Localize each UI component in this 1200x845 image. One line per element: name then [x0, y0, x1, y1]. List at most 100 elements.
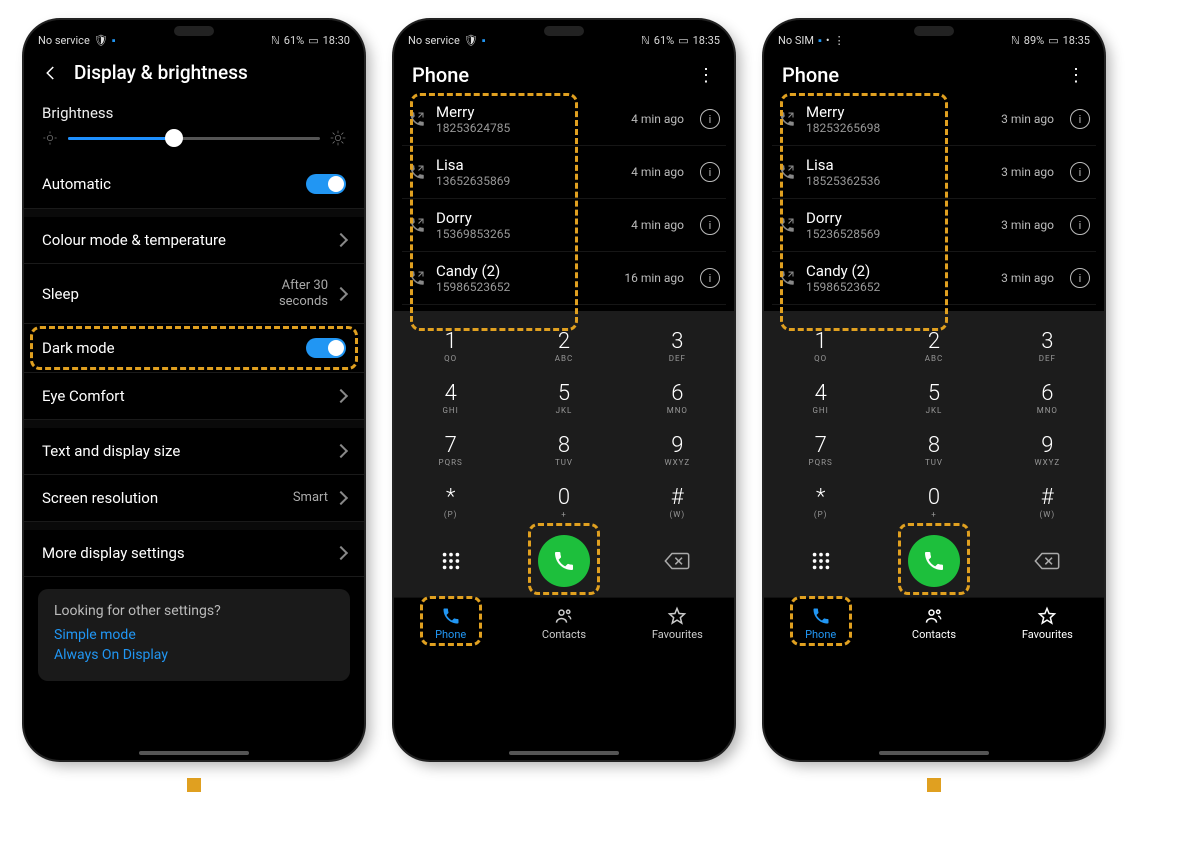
legend-marker	[927, 778, 941, 792]
automatic-toggle[interactable]	[306, 174, 346, 194]
keypad-key-4[interactable]: 4 GHI	[394, 371, 507, 423]
info-icon[interactable]: i	[1070, 109, 1090, 129]
call-row[interactable]: Merry 18253265698 3 min ago i	[772, 93, 1096, 146]
nav-favourites[interactable]: Favourites	[991, 598, 1104, 653]
home-indicator[interactable]	[139, 751, 249, 755]
keypad-key-6[interactable]: 6 MNO	[621, 371, 734, 423]
more-menu-icon[interactable]: ⋮	[697, 65, 716, 86]
bottom-nav: Phone Contacts Favourites	[394, 597, 734, 653]
key-sub: DEF	[621, 354, 734, 363]
key-digit: 9	[991, 433, 1104, 458]
carrier-text: No SIM	[778, 34, 814, 47]
keypad-key-2[interactable]: 2 ABC	[507, 319, 620, 371]
call-time: 4 min ago	[622, 218, 684, 232]
colour-mode-row[interactable]: Colour mode & temperature	[24, 217, 364, 264]
nav-phone-label: Phone	[805, 628, 836, 641]
dialpad-icon[interactable]	[810, 550, 832, 572]
keypad-key-#[interactable]: # (W)	[991, 475, 1104, 527]
brightness-slider[interactable]	[68, 137, 320, 140]
dark-mode-row[interactable]: Dark mode	[24, 324, 364, 373]
call-button[interactable]	[538, 535, 590, 587]
keypad-key-1[interactable]: 1 QO	[764, 319, 877, 371]
resolution-row[interactable]: Screen resolution Smart	[24, 475, 364, 522]
key-sub: GHI	[394, 406, 507, 415]
call-row[interactable]: Lisa 18525362536 3 min ago i	[772, 146, 1096, 199]
keypad-key-1[interactable]: 1 QO	[394, 319, 507, 371]
call-row[interactable]: Candy (2) 15986523652 16 min ago i	[402, 252, 726, 305]
key-sub: (P)	[764, 510, 877, 519]
call-name: Candy (2)	[806, 262, 982, 280]
keypad-key-5[interactable]: 5 JKL	[877, 371, 990, 423]
notch	[544, 26, 584, 36]
nav-contacts[interactable]: Contacts	[507, 598, 620, 653]
call-name: Lisa	[806, 156, 982, 174]
keypad-key-6[interactable]: 6 MNO	[991, 371, 1104, 423]
key-digit: 4	[394, 381, 507, 406]
keypad-key-9[interactable]: 9 WXYZ	[991, 423, 1104, 475]
info-icon[interactable]: i	[1070, 162, 1090, 182]
nav-phone[interactable]: Phone	[394, 598, 507, 653]
other-settings-card: Looking for other settings? Simple mode …	[38, 589, 350, 681]
keypad-key-9[interactable]: 9 WXYZ	[621, 423, 734, 475]
keypad-key-3[interactable]: 3 DEF	[621, 319, 734, 371]
backspace-icon[interactable]	[1033, 551, 1061, 571]
info-icon[interactable]: i	[700, 109, 720, 129]
info-icon[interactable]: i	[700, 268, 720, 288]
info-icon[interactable]: i	[700, 215, 720, 235]
app-title: Phone	[412, 63, 469, 87]
call-number: 18253265698	[806, 121, 982, 135]
text-size-row[interactable]: Text and display size	[24, 428, 364, 475]
key-digit: 4	[764, 381, 877, 406]
automatic-row[interactable]: Automatic	[24, 160, 364, 209]
nav-contacts[interactable]: Contacts	[877, 598, 990, 653]
call-row[interactable]: Candy (2) 15986523652 3 min ago i	[772, 252, 1096, 305]
nav-contacts-label: Contacts	[912, 628, 956, 641]
keypad-key-4[interactable]: 4 GHI	[764, 371, 877, 423]
keypad-key-8[interactable]: 8 TUV	[507, 423, 620, 475]
dialpad-icon[interactable]	[440, 550, 462, 572]
sleep-row[interactable]: Sleep After 30 seconds	[24, 264, 364, 324]
call-row[interactable]: Merry 18253624785 4 min ago i	[402, 93, 726, 146]
keypad-key-7[interactable]: 7 PQRS	[394, 423, 507, 475]
keypad-key-3[interactable]: 3 DEF	[991, 319, 1104, 371]
keypad-key-*[interactable]: * (P)	[764, 475, 877, 527]
call-name: Merry	[436, 103, 612, 121]
simple-mode-link[interactable]: Simple mode	[54, 627, 334, 643]
more-menu-icon[interactable]: ⋮	[1067, 65, 1086, 86]
colour-mode-label: Colour mode & temperature	[42, 231, 226, 249]
call-row[interactable]: Lisa 13652635869 4 min ago i	[402, 146, 726, 199]
keypad-key-8[interactable]: 8 TUV	[877, 423, 990, 475]
backspace-icon[interactable]	[663, 551, 691, 571]
call-number: 18253624785	[436, 121, 612, 135]
key-sub: TUV	[507, 458, 620, 467]
key-sub: ABC	[877, 354, 990, 363]
key-sub: JKL	[877, 406, 990, 415]
key-sub: WXYZ	[991, 458, 1104, 467]
keypad-key-#[interactable]: # (W)	[621, 475, 734, 527]
info-icon[interactable]: i	[700, 162, 720, 182]
info-icon[interactable]: i	[1070, 268, 1090, 288]
home-indicator[interactable]	[879, 751, 989, 755]
keypad-key-0[interactable]: 0 +	[507, 475, 620, 527]
dark-mode-toggle[interactable]	[306, 338, 346, 358]
call-button[interactable]	[908, 535, 960, 587]
key-digit: 7	[394, 433, 507, 458]
carrier-text: No service	[408, 34, 460, 47]
always-on-link[interactable]: Always On Display	[54, 647, 334, 663]
home-indicator[interactable]	[509, 751, 619, 755]
info-icon[interactable]: i	[1070, 215, 1090, 235]
keypad-key-0[interactable]: 0 +	[877, 475, 990, 527]
call-row[interactable]: Dorry 15369853265 4 min ago i	[402, 199, 726, 252]
back-icon[interactable]	[42, 64, 60, 82]
eye-comfort-row[interactable]: Eye Comfort	[24, 373, 364, 420]
keypad-key-5[interactable]: 5 JKL	[507, 371, 620, 423]
key-sub: TUV	[877, 458, 990, 467]
more-settings-row[interactable]: More display settings	[24, 530, 364, 577]
nav-favourites[interactable]: Favourites	[621, 598, 734, 653]
call-time: 4 min ago	[622, 165, 684, 179]
keypad-key-7[interactable]: 7 PQRS	[764, 423, 877, 475]
call-row[interactable]: Dorry 15236528569 3 min ago i	[772, 199, 1096, 252]
keypad-key-*[interactable]: * (P)	[394, 475, 507, 527]
nav-phone[interactable]: Phone	[764, 598, 877, 653]
keypad-key-2[interactable]: 2 ABC	[877, 319, 990, 371]
